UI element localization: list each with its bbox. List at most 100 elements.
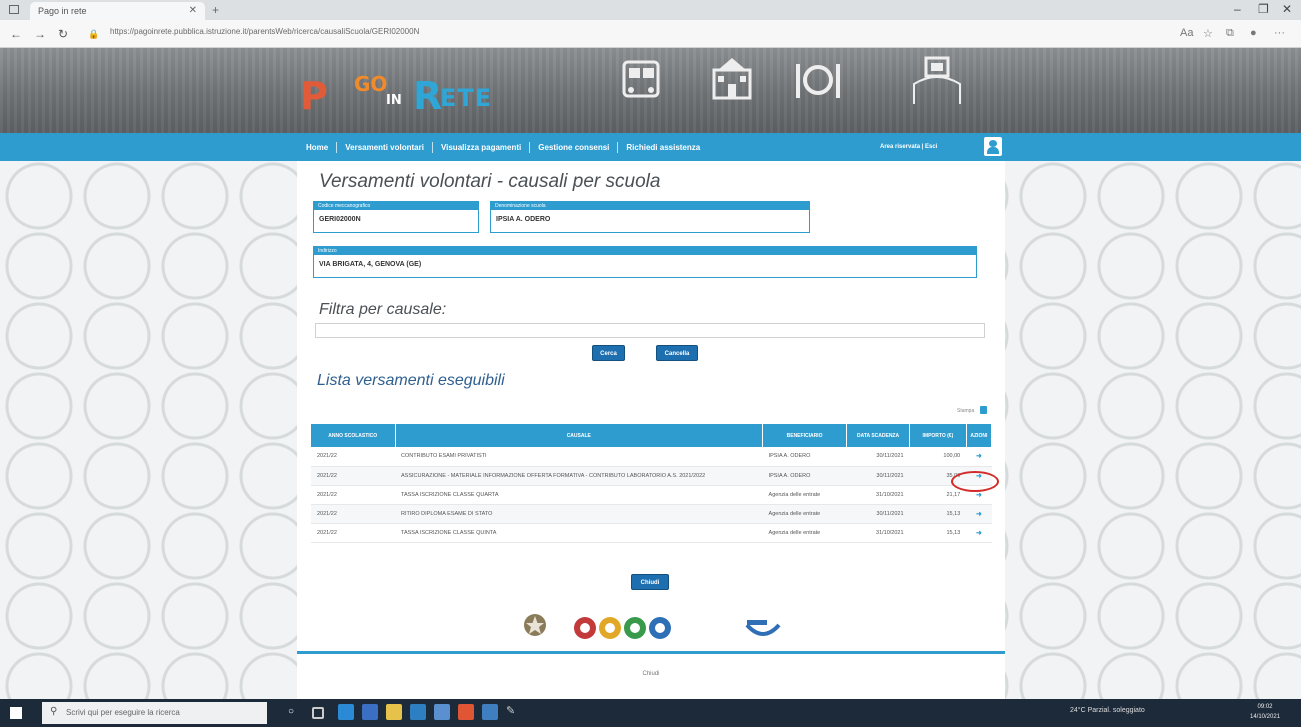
column-header-beneficiario[interactable]: BENEFICIARIO [762,424,848,447]
taskbar-search-box[interactable]: ⚲ Scrivi qui per eseguire la ricerca [42,702,267,724]
indirizzo-label: Indirizzo [314,247,976,255]
cell-importo: 15,13 [909,504,967,524]
cell-anno: 2021/22 [311,504,395,524]
address-field[interactable]: https://pagoinrete.pubblica.istruzione.i… [110,27,1110,41]
main-menu: Home Versamenti volontari Visualizza pag… [298,133,708,161]
clock-time: 09:02 [1257,704,1273,710]
denominazione-scuola-label: Denominazione scuola [491,202,809,210]
windows-start-icon[interactable] [10,707,22,719]
system-clock[interactable]: 09:02 14/10/2021 [1250,702,1280,722]
chrome-icon[interactable] [458,704,474,720]
user-area-link[interactable]: Area riservata | Esci [880,144,937,150]
menu-item-home[interactable]: Home [298,141,338,153]
maximize-icon[interactable]: ❐ [1258,2,1269,16]
cell-causale: ASSICURAZIONE - MATERIALE INFORMAZIONE O… [395,466,763,486]
forward-icon[interactable]: → [34,27,46,41]
search-button[interactable]: Cerca [592,345,625,361]
cell-beneficiario: IPSIA A. ODERO [762,447,847,467]
menu-item-visualizza-pagamenti[interactable]: Visualizza pagamenti [433,141,531,153]
cell-causale: RITIRO DIPLOMA ESAME DI STATO [395,504,763,524]
reading-icon[interactable]: Aa [1180,27,1193,39]
cell-anno: 2021/22 [311,485,395,505]
table-row: 2021/22 ASSICURAZIONE - MATERIALE INFORM… [311,466,992,486]
cancel-button[interactable]: Cancella [656,345,698,361]
column-header-azioni: AZIONI [966,424,993,447]
codice-meccanografico-value: GERI02000N [319,216,361,223]
cell-importo: 100,00 [909,447,967,467]
task-view-icon[interactable] [312,707,324,719]
refresh-icon[interactable]: ↻ [58,27,68,41]
indirizzo-field: Indirizzo VIA BRIGATA, 4, GENOVA (GE) [313,246,977,278]
store-icon[interactable] [410,704,426,720]
print-label[interactable]: Stampa [957,408,974,414]
favorite-icon[interactable]: ☆ [1203,27,1213,40]
close-tab-icon[interactable]: ✕ [189,5,197,16]
edge-icon[interactable] [338,704,354,720]
table-row: 2021/22 TASSA ISCRIZIONE CLASSE QUARTA A… [311,485,992,505]
causale-filter-input[interactable] [315,323,985,338]
cortana-icon[interactable]: ○ [288,706,304,722]
app-icon[interactable] [482,704,498,720]
menu-item-gestione-consensi[interactable]: Gestione consensi [530,141,619,153]
pay-arrow-icon[interactable]: ➜ [966,523,992,543]
column-header-importo[interactable]: IMPORTO (€) [909,424,967,447]
cutlery-icon [796,64,840,98]
bus-icon [622,60,660,98]
new-tab-icon[interactable]: + [212,3,219,17]
table-row: 2021/22 CONTRIBUTO ESAMI PRIVATISTI IPSI… [311,447,992,467]
cell-beneficiario: IPSIA A. ODERO [762,466,847,486]
italian-republic-emblem-icon [524,614,546,636]
table-row: 2021/22 TASSA ISCRIZIONE CLASSE QUINTA A… [311,523,992,543]
address-bar-row: ← → ↻ 🔒 https://pagoinrete.pubblica.istr… [0,20,1301,48]
footer-divider [297,651,1005,654]
close-window-icon[interactable]: ✕ [1282,2,1292,16]
cell-anno: 2021/22 [311,523,395,543]
footer-link[interactable]: Chiudi [297,671,1005,677]
cell-beneficiario: Agenzia delle entrate [762,523,847,543]
minimize-icon[interactable]: – [1234,2,1241,16]
indirizzo-value: VIA BRIGATA, 4, GENOVA (GE) [319,261,422,268]
site-banner: P GO IN R ETE [0,48,1301,133]
paint-icon[interactable]: ✎ [506,704,522,720]
user-icon[interactable] [984,137,1002,156]
more-icon[interactable]: ··· [1274,27,1285,39]
cell-anno: 2021/22 [311,466,395,486]
explorer-icon[interactable] [386,704,402,720]
pay-arrow-icon[interactable]: ➜ [966,504,992,524]
weather-tray[interactable]: 24°C Parzial. soleggiato [1070,707,1145,714]
cell-beneficiario: Agenzia delle entrate [762,485,847,505]
cell-anno: 2021/22 [311,447,395,467]
word-icon[interactable] [434,704,450,720]
cell-scadenza: 30/11/2021 [846,504,910,524]
menu-item-versamenti-volontari[interactable]: Versamenti volontari [337,141,433,153]
cell-causale: TASSA ISCRIZIONE CLASSE QUARTA [395,485,763,505]
tab-title: Pago in rete [38,6,87,16]
clock-date: 14/10/2021 [1250,714,1281,720]
codice-meccanografico-field: Codice meccanografico GERI02000N [313,201,479,233]
cell-causale: CONTRIBUTO ESAMI PRIVATISTI [395,447,763,467]
cell-importo: 15,13 [909,523,967,543]
pay-arrow-icon[interactable]: ➜ [966,447,992,467]
profile-icon[interactable]: ● [1250,27,1257,39]
mail-icon[interactable] [362,704,378,720]
column-header-scadenza[interactable]: DATA SCADENZA [846,424,911,447]
filter-title: Filtra per causale: [319,301,447,318]
windows-taskbar: ⚲ Scrivi qui per eseguire la ricerca ○ ✎… [0,699,1301,727]
back-icon[interactable]: ← [10,27,22,41]
column-header-causale[interactable]: CAUSALE [395,424,764,447]
museum-icon [913,56,961,104]
codice-meccanografico-label: Codice meccanografico [314,202,478,210]
print-icon[interactable] [980,406,987,414]
page-title: Versamenti volontari - causali per scuol… [319,171,661,192]
browser-tab[interactable]: Pago in rete ✕ [30,2,205,20]
main-menu-bar: Home Versamenti volontari Visualizza pag… [0,133,1301,161]
cell-scadenza: 31/10/2021 [846,485,910,505]
close-button[interactable]: Chiudi [631,574,669,590]
column-header-anno[interactable]: ANNO SCOLASTICO [311,424,396,447]
search-icon: ⚲ [50,706,58,717]
collections-icon[interactable]: ⧉ [1226,27,1234,40]
menu-item-richiedi-assistenza[interactable]: Richiedi assistenza [618,142,708,153]
highlight-circle [951,471,999,492]
school-building-icon [712,58,752,100]
window-menu-icon[interactable] [9,5,19,14]
